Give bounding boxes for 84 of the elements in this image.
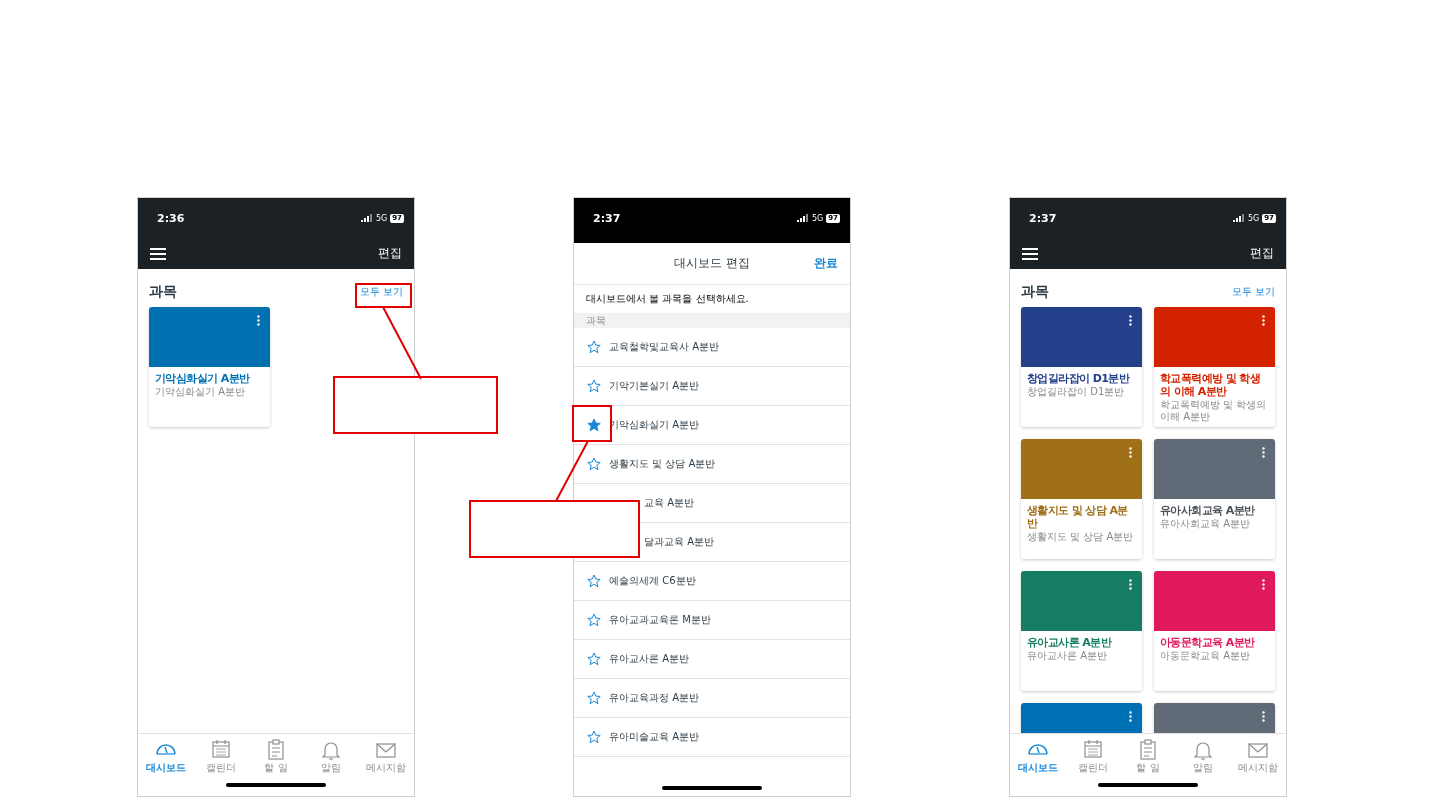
more-icon[interactable] xyxy=(1129,711,1132,722)
course-row[interactable]: 교육철학및교육사 A분반 xyxy=(574,328,850,367)
course-title: 유아사회교육 A분반 xyxy=(1160,504,1256,517)
tab-item[interactable]: 캘린더 xyxy=(1065,738,1121,775)
tab-item[interactable]: 할 일 xyxy=(248,738,304,775)
course-name[interactable]: 달과교육 A분반 xyxy=(644,535,715,549)
tab-item[interactable]: 메시지함 xyxy=(1230,738,1286,775)
course-title: 생활지도 및 상담 A분반 xyxy=(1027,504,1129,530)
menu-icon[interactable] xyxy=(1022,247,1038,260)
star-icon[interactable] xyxy=(587,379,601,393)
highlight-frame xyxy=(355,283,412,308)
course-title: 유아교사론 A분반 xyxy=(1027,636,1113,649)
course-subtitle: 생활지도 및 상담 A분반 xyxy=(1027,531,1135,543)
more-icon[interactable] xyxy=(1129,579,1132,590)
more-icon[interactable] xyxy=(1262,447,1265,458)
menu-icon[interactable] xyxy=(150,247,166,260)
course-card[interactable]: 유아사회교육 A분반 유아사회교육 A분반 xyxy=(1154,439,1275,559)
course-row[interactable]: 기악기본실기 A분반 xyxy=(574,367,850,406)
course-row[interactable]: 예술의세계 C6분반 xyxy=(574,562,850,601)
star-icon[interactable] xyxy=(587,340,601,354)
signal-icon xyxy=(360,214,373,222)
course-row[interactable]: 생활지도 및 상담 A분반 xyxy=(574,445,850,484)
course-subtitle: 유아교사론 A분반 xyxy=(1027,650,1109,662)
course-row[interactable]: 기악심화실기 A분반 xyxy=(574,406,850,445)
course-subtitle: 학교폭력예방 및 학생의 이해 A분반 xyxy=(1160,399,1268,423)
course-card[interactable]: 생활지도 및 상담 A분반 생활지도 및 상담 A분반 xyxy=(1021,439,1142,559)
course-title: 창업길라잡이 D1분반 xyxy=(1027,372,1131,385)
section-header: 과목 xyxy=(574,313,850,328)
star-icon[interactable] xyxy=(587,691,601,705)
section-title: 과목 xyxy=(1021,283,1049,301)
status-time: 2:36 xyxy=(157,211,185,225)
highlight-frame xyxy=(572,405,612,442)
tab-item[interactable]: 대시보드 xyxy=(1010,738,1066,775)
more-icon[interactable] xyxy=(1262,315,1265,326)
course-card[interactable]: 유아교사론 A분반 유아교사론 A분반 xyxy=(1021,571,1142,691)
status-time: 2:37 xyxy=(593,211,621,225)
course-subtitle: 창업길라잡이 D1분반 xyxy=(1027,386,1126,398)
course-title: 학교폭력예방 및 학생의 이해 A분반 xyxy=(1160,372,1262,398)
course-title: 기악심화실기 A분반 xyxy=(155,372,251,385)
signal-icon xyxy=(796,214,809,222)
tab-item[interactable]: 할 일 xyxy=(1120,738,1176,775)
leader-line xyxy=(555,440,589,502)
course-row[interactable]: 유아교과교육론 M분반 xyxy=(574,601,850,640)
star-icon[interactable] xyxy=(587,730,601,744)
status-time: 2:37 xyxy=(1029,211,1057,225)
course-title: 아동문학교육 A분반 xyxy=(1160,636,1256,649)
course-row[interactable]: 유아교육과정 A분반 xyxy=(574,679,850,718)
section-title: 과목 xyxy=(149,283,177,301)
see-all-link[interactable]: 모두 보기 xyxy=(1231,285,1275,299)
course-card[interactable]: 기악심화실기 A분반 기악심화실기 A분반 xyxy=(149,307,270,427)
course-card[interactable]: 창업길라잡이 D1분반 창업길라잡이 D1분반 xyxy=(1021,307,1142,427)
course-name[interactable]: 교육 A분반 xyxy=(644,496,695,510)
instruction-text: 대시보드에서 볼 과목을 선택하세요. xyxy=(585,292,750,306)
edit-button[interactable]: 편집 xyxy=(1250,245,1274,262)
more-icon[interactable] xyxy=(1129,447,1132,458)
tab-item[interactable]: 대시보드 xyxy=(138,738,194,775)
course-subtitle: 기악심화실기 A분반 xyxy=(155,386,247,398)
course-subtitle: 아동문학교육 A분반 xyxy=(1160,650,1252,662)
tab-item[interactable]: 알림 xyxy=(303,738,359,775)
course-subtitle: 유아사회교육 A분반 xyxy=(1160,518,1252,530)
edit-button[interactable]: 편집 xyxy=(378,245,402,262)
network-label: 5G xyxy=(375,213,388,223)
star-icon[interactable] xyxy=(587,613,601,627)
course-row[interactable]: 유아교사론 A분반 xyxy=(574,640,850,679)
more-icon[interactable] xyxy=(1262,711,1265,722)
signal-icon xyxy=(1232,214,1245,222)
done-button[interactable]: 완료 xyxy=(814,255,838,272)
course-card[interactable]: 학교폭력예방 및 학생의 이해 A분반 학교폭력예방 및 학생의 이해 A분반 xyxy=(1154,307,1275,427)
tab-item[interactable]: 알림 xyxy=(1175,738,1231,775)
more-icon[interactable] xyxy=(1262,579,1265,590)
star-icon[interactable] xyxy=(587,574,601,588)
tab-item[interactable]: 캘린더 xyxy=(193,738,249,775)
tab-item[interactable]: 메시지함 xyxy=(358,738,414,775)
sheet-title: 대시보드 편집 xyxy=(674,255,750,272)
more-icon[interactable] xyxy=(257,315,260,326)
star-icon[interactable] xyxy=(587,457,601,471)
star-icon[interactable] xyxy=(587,418,601,432)
course-card[interactable]: 아동문학교육 A분반 아동문학교육 A분반 xyxy=(1154,571,1275,691)
see-all-link[interactable]: 모두 보기 xyxy=(359,285,403,299)
network-label: 5G xyxy=(811,213,824,223)
network-label: 5G xyxy=(1247,213,1260,223)
course-row[interactable]: 유아미술교육 A분반 xyxy=(574,718,850,757)
star-icon[interactable] xyxy=(587,652,601,666)
more-icon[interactable] xyxy=(1129,315,1132,326)
